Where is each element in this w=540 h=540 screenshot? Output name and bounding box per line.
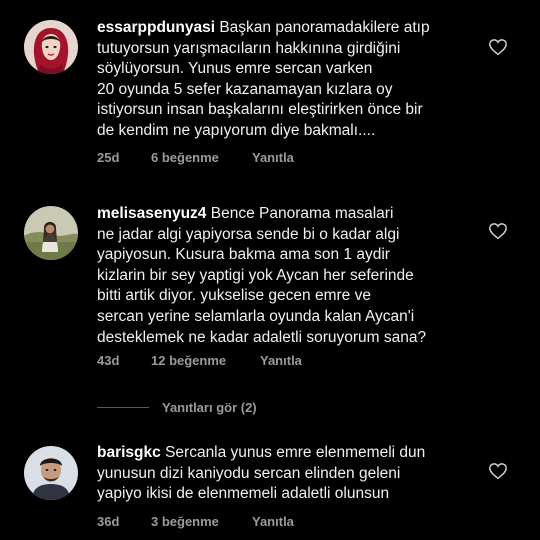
comment-text: essarppdunyasi Başkan panoramadakilere a… <box>97 18 482 142</box>
likes-count[interactable]: 3 beğenme <box>151 514 252 529</box>
avatar[interactable] <box>24 446 78 500</box>
heart-outline-icon[interactable] <box>488 462 508 480</box>
reply-button[interactable]: Yanıtla <box>252 150 294 165</box>
username[interactable]: barisgkc <box>97 444 161 461</box>
comment-text: barisgkc Sercanla yunus emre elenmemeli … <box>97 443 482 505</box>
comment-meta: 25d 6 beğenme Yanıtla <box>97 150 294 165</box>
heart-outline-icon[interactable] <box>488 38 508 56</box>
avatar-person-outdoor-icon <box>24 206 78 260</box>
avatar-woman-headscarf-icon <box>24 20 78 74</box>
comment-body: Bence Panorama masalari ne jadar algi ya… <box>97 205 427 346</box>
reply-button[interactable]: Yanıtla <box>260 353 302 368</box>
username[interactable]: melisasenyuz4 <box>97 205 206 222</box>
reply-button[interactable]: Yanıtla <box>252 514 294 529</box>
replies-divider <box>97 406 149 408</box>
comment-body: Başkan panoramadakilere atıp tutuyorsun … <box>97 19 430 139</box>
timestamp: 25d <box>97 150 120 165</box>
comment-text: melisasenyuz4 Bence Panorama masalari ne… <box>97 204 482 348</box>
avatar[interactable] <box>24 20 78 74</box>
comment-meta: 36d 3 beğenme Yanıtla <box>97 514 294 529</box>
timestamp: 43d <box>97 353 120 368</box>
timestamp: 36d <box>97 514 120 529</box>
avatar[interactable] <box>24 206 78 260</box>
comment-meta: 43d 12 beğenme Yanıtla <box>97 353 302 368</box>
username[interactable]: essarppdunyasi <box>97 19 215 36</box>
likes-count[interactable]: 12 beğenme <box>151 353 260 368</box>
view-replies-label[interactable]: Yanıtları gör (2) <box>162 400 257 415</box>
heart-outline-icon[interactable] <box>488 222 508 240</box>
view-replies[interactable]: Yanıtları gör (2) <box>97 398 257 416</box>
likes-count[interactable]: 6 beğenme <box>151 150 252 165</box>
avatar-man-icon <box>24 446 78 500</box>
